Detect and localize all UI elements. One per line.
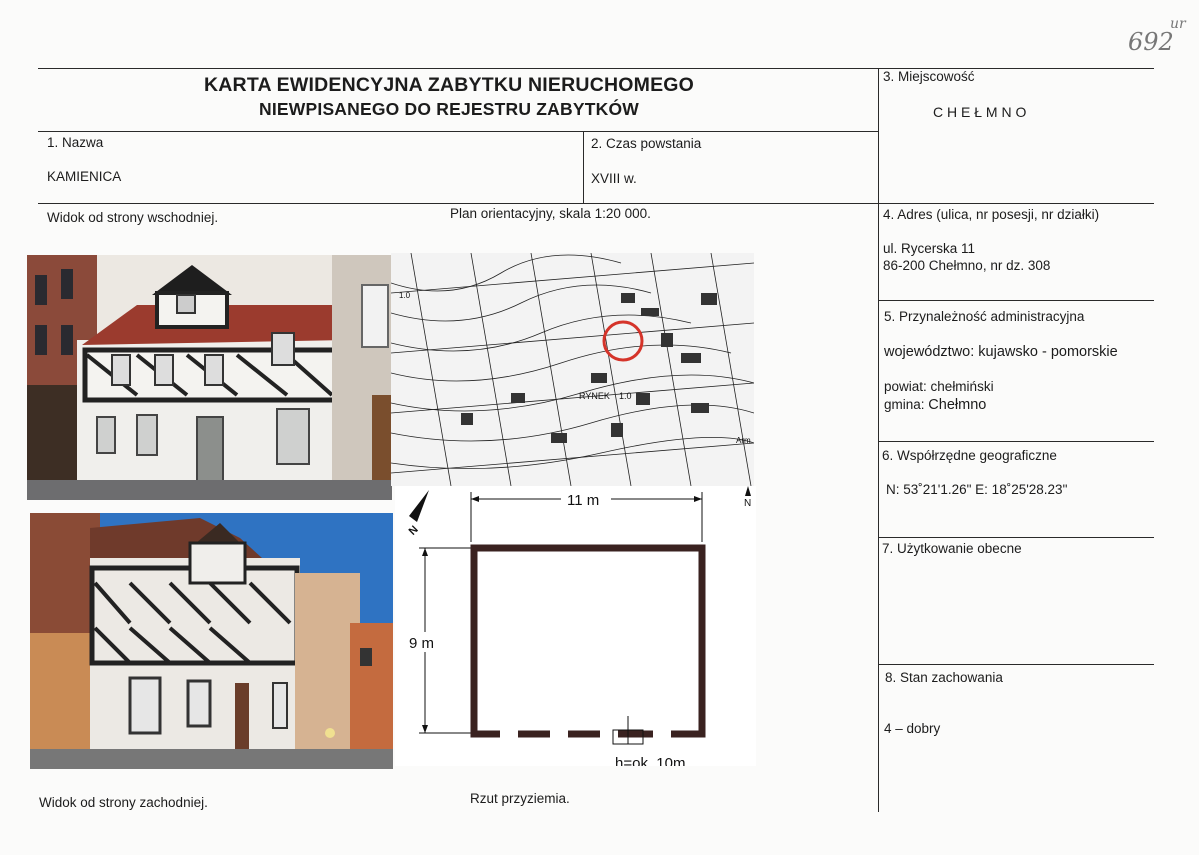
admin-label: 5. Przynależność administracyjna: [884, 309, 1085, 324]
usage-label: 7. Użytkowanie obecne: [882, 541, 1022, 556]
commune-value: Chełmno: [928, 397, 987, 413]
handwritten-number: 692: [1128, 28, 1174, 56]
name-origin-divider: [583, 131, 584, 203]
commune-key: gmina:: [884, 397, 925, 412]
right-column-divider: [878, 68, 879, 812]
document-subtitle: NIEWPISANEGO DO REJESTRU ZABYTKÓW: [259, 99, 639, 119]
coords-label: 6. Współrzędne geograficzne: [882, 448, 1057, 463]
ground-plan-caption: Rzut przyziemia.: [470, 791, 570, 806]
voivodeship-value: kujawsko - pomorskie: [978, 344, 1118, 360]
handwritten-initials: ur: [1170, 16, 1186, 32]
document-title: KARTA EWIDENCYJNA ZABYTKU NIERUCHOMEGO: [203, 74, 695, 96]
address-label: 4. Adres (ulica, nr posesji, nr działki): [883, 207, 1100, 222]
west-view-caption: Widok od strony zachodniej.: [39, 795, 208, 810]
row-divider: [38, 203, 1154, 204]
west-view-photo: [30, 513, 393, 769]
county-line: powiat: chełmiński: [884, 379, 994, 394]
map-rynek-number: 1.0: [619, 391, 632, 401]
coords-divider: [878, 537, 1154, 538]
frame-top-line: [38, 68, 1154, 69]
east-view-photo: [27, 255, 392, 500]
usage-divider: [878, 664, 1154, 665]
east-view-caption: Widok od strony wschodniej.: [47, 210, 219, 225]
name-label: 1. Nazwa: [47, 135, 104, 150]
condition-value: 4 – dobry: [884, 721, 941, 736]
plan-width-label: 11 m: [567, 492, 599, 509]
map-arm-label: Arm: [736, 436, 751, 445]
origin-value: XVIII w.: [591, 171, 637, 186]
voivodeship-key: województwo:: [884, 344, 975, 360]
county-key: powiat:: [884, 379, 927, 394]
address-line2: 86-200 Chełmno, nr dz. 308: [883, 258, 1051, 273]
plan-bottom-label: h=ok. 10m: [615, 755, 685, 766]
county-value: chełmiński: [930, 379, 994, 394]
map-number-label: 1.0: [399, 291, 411, 300]
ground-floor-plan: N N 11 m 9 m h=ok. 10m: [395, 486, 756, 766]
header-divider: [38, 131, 878, 132]
admin-divider: [878, 441, 1154, 442]
locality-value: C H E Ł M N O: [933, 104, 1027, 120]
plan-height-label: 9 m: [409, 635, 434, 652]
map-rynek-label: RYNEK: [579, 391, 610, 401]
orientation-map: RYNEK 1.0 1.0 Arm: [391, 253, 754, 486]
svg-text:N: N: [744, 498, 751, 509]
address-divider: [878, 300, 1154, 301]
commune-line: gmina: Chełmno: [884, 397, 986, 413]
name-value: KAMIENICA: [47, 169, 122, 184]
voivodeship-line: województwo: kujawsko - pomorskie: [884, 344, 1118, 360]
address-line1: ul. Rycerska 11: [883, 241, 976, 256]
origin-label: 2. Czas powstania: [591, 136, 702, 151]
condition-label: 8. Stan zachowania: [885, 670, 1003, 685]
plan-caption: Plan orientacyjny, skala 1:20 000.: [450, 206, 651, 221]
coords-value: N: 53˚21'1.26" E: 18˚25'28.23": [886, 482, 1068, 497]
locality-label: 3. Miejscowość: [883, 69, 975, 84]
